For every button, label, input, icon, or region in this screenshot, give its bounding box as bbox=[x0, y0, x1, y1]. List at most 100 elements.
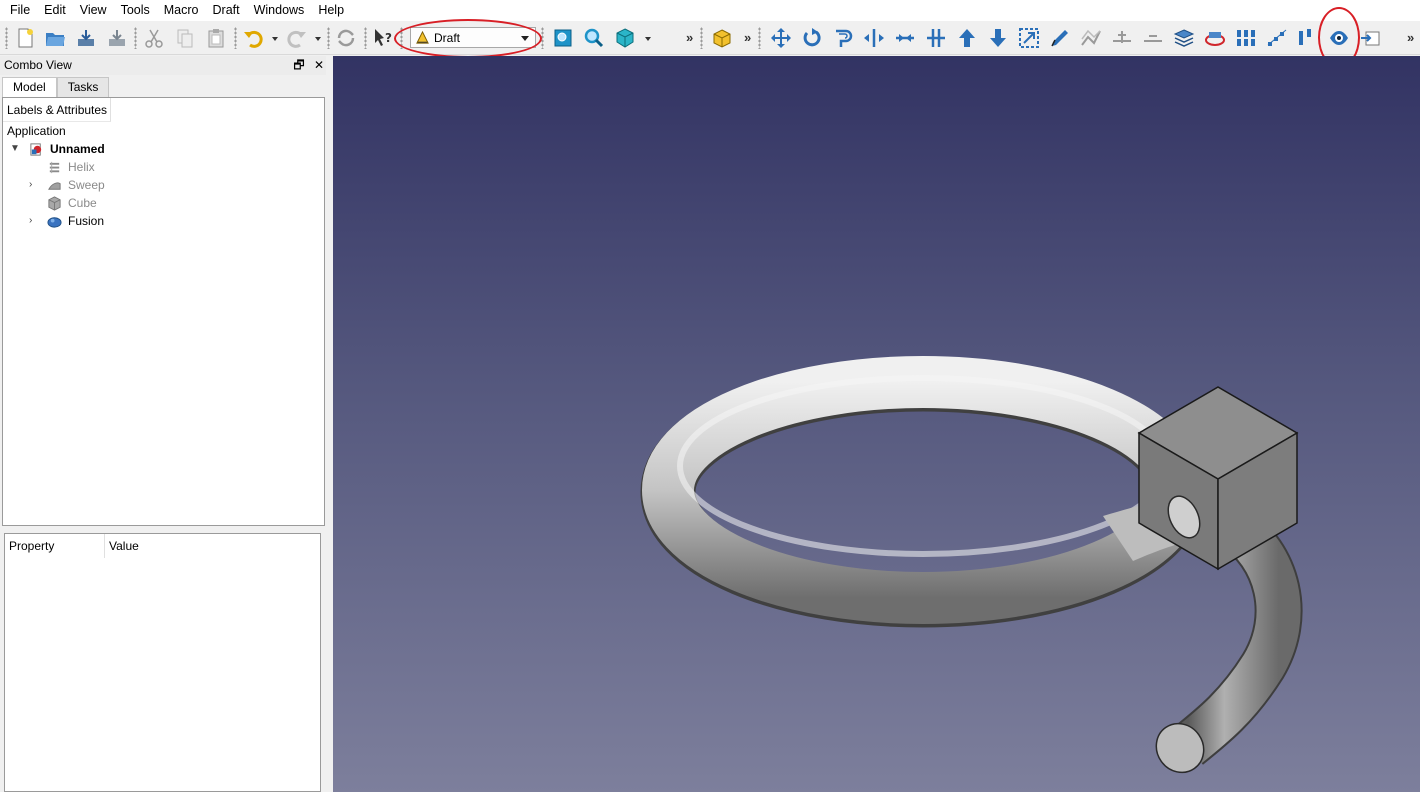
draft-split-button[interactable] bbox=[923, 25, 949, 51]
cut-button[interactable] bbox=[141, 25, 167, 51]
copy-button[interactable] bbox=[172, 25, 198, 51]
move-arrows-icon bbox=[771, 28, 791, 48]
edit-pencil-icon bbox=[1051, 30, 1068, 47]
tree-column-header[interactable]: Labels & Attributes bbox=[3, 98, 111, 122]
clipboard-icon bbox=[208, 29, 224, 48]
offset-icon bbox=[836, 29, 853, 47]
restore-icon[interactable]: 🗗 bbox=[293, 58, 304, 72]
save-as-button[interactable] bbox=[104, 25, 130, 51]
undo-button[interactable] bbox=[240, 25, 266, 51]
path-array-icon bbox=[1267, 29, 1287, 46]
tree-item-sweep[interactable]: Sweep bbox=[47, 176, 105, 194]
menu-view[interactable]: View bbox=[73, 0, 114, 21]
whats-this-icon: ? bbox=[375, 29, 392, 46]
combo-view-title: Combo View bbox=[4, 58, 72, 72]
draft-path-array-button[interactable] bbox=[1264, 25, 1290, 51]
draft-trimex-button[interactable] bbox=[861, 25, 887, 51]
panel-splitter[interactable] bbox=[326, 56, 333, 792]
draft-point-array-button[interactable] bbox=[1295, 25, 1321, 51]
draft-rotate-button[interactable] bbox=[799, 25, 825, 51]
tab-tasks[interactable]: Tasks bbox=[56, 77, 110, 97]
toolbar-overflow-button[interactable]: » bbox=[686, 30, 693, 45]
tree-item-label: Helix bbox=[68, 160, 95, 174]
clone-eye-icon bbox=[1330, 31, 1348, 45]
menu-windows[interactable]: Windows bbox=[247, 0, 312, 21]
chevron-down-icon[interactable]: ▼ bbox=[10, 143, 20, 154]
fit-all-button[interactable] bbox=[550, 25, 576, 51]
tree-item-document[interactable]: Unnamed bbox=[29, 140, 105, 158]
draft-join-button[interactable] bbox=[892, 25, 918, 51]
whats-this-button[interactable]: ? bbox=[370, 25, 396, 51]
arrow-up-icon bbox=[959, 29, 975, 47]
split-icon bbox=[927, 29, 945, 47]
refresh-button[interactable] bbox=[333, 25, 359, 51]
tree-item-cube[interactable]: Cube bbox=[47, 194, 97, 212]
tab-model[interactable]: Model bbox=[2, 77, 57, 97]
toolbar-grip[interactable] bbox=[327, 27, 330, 49]
draft-downgrade-button[interactable] bbox=[985, 25, 1011, 51]
draft-clone-button[interactable] bbox=[1326, 25, 1352, 51]
toolbar-grip[interactable] bbox=[400, 27, 403, 49]
toolbar-overflow-button-3[interactable]: » bbox=[1407, 30, 1414, 45]
fit-selection-button[interactable] bbox=[581, 25, 607, 51]
toolbar-grip[interactable] bbox=[364, 27, 367, 49]
chevron-down-icon[interactable] bbox=[521, 36, 529, 41]
new-document-button[interactable] bbox=[12, 25, 38, 51]
draft-wire-to-bspline-button[interactable] bbox=[1078, 25, 1104, 51]
draft-drawing-button[interactable] bbox=[1357, 25, 1383, 51]
tree-item-helix[interactable]: Helix bbox=[47, 158, 95, 176]
toolbar-grip[interactable] bbox=[5, 27, 8, 49]
toolbar-overflow-button-2[interactable]: » bbox=[744, 30, 751, 45]
open-button[interactable] bbox=[42, 25, 68, 51]
view-axonometric-button[interactable] bbox=[612, 25, 638, 51]
workbench-selector[interactable]: Draft bbox=[410, 27, 536, 48]
menu-help[interactable]: Help bbox=[311, 0, 351, 21]
draft-scale-button[interactable] bbox=[1016, 25, 1042, 51]
undo-dropdown-arrow[interactable] bbox=[272, 37, 278, 41]
draft-array-button[interactable] bbox=[1233, 25, 1259, 51]
redo-icon bbox=[287, 30, 306, 48]
scale-icon bbox=[1019, 28, 1039, 48]
toolbar-grip[interactable] bbox=[758, 27, 761, 49]
draft-add-point-button[interactable] bbox=[1109, 25, 1135, 51]
toolbar-grip[interactable] bbox=[541, 27, 544, 49]
toolbar-grip[interactable] bbox=[134, 27, 137, 49]
property-column-header[interactable]: Property bbox=[5, 534, 105, 558]
close-icon[interactable]: ✕ bbox=[314, 58, 324, 72]
join-icon bbox=[896, 34, 914, 42]
sweep-ring-shape[interactable] bbox=[640, 356, 1206, 628]
isometric-cube-icon bbox=[616, 28, 634, 48]
draft-shape2dview-button[interactable] bbox=[1171, 25, 1197, 51]
menu-tools[interactable]: Tools bbox=[114, 0, 157, 21]
3d-viewport[interactable] bbox=[333, 56, 1420, 792]
draft-edit-button[interactable] bbox=[1047, 25, 1073, 51]
part-box-button[interactable] bbox=[709, 25, 735, 51]
document-label: Unnamed bbox=[50, 142, 105, 156]
paste-button[interactable] bbox=[203, 25, 229, 51]
draft-move-button[interactable] bbox=[768, 25, 794, 51]
toolbar-grip[interactable] bbox=[234, 27, 237, 49]
refresh-icon bbox=[337, 29, 355, 47]
tree-item-fusion[interactable]: Fusion bbox=[47, 212, 104, 230]
menu-draft[interactable]: Draft bbox=[206, 0, 247, 21]
property-panel[interactable]: Property Value bbox=[4, 533, 321, 792]
array-icon bbox=[1237, 30, 1255, 46]
redo-dropdown-arrow[interactable] bbox=[315, 37, 321, 41]
menu-macro[interactable]: Macro bbox=[157, 0, 206, 21]
draft-del-point-button[interactable] bbox=[1140, 25, 1166, 51]
view-dropdown-arrow[interactable] bbox=[645, 37, 651, 41]
main-toolbar: ? » » » bbox=[0, 21, 1420, 55]
menu-file[interactable]: File bbox=[3, 0, 37, 21]
save-button[interactable] bbox=[73, 25, 99, 51]
chevron-right-icon[interactable]: › bbox=[29, 179, 32, 190]
draft-offset-button[interactable] bbox=[830, 25, 856, 51]
value-column-header[interactable]: Value bbox=[105, 534, 139, 558]
chevron-right-icon[interactable]: › bbox=[29, 215, 32, 226]
draft-draft2sketch-button[interactable] bbox=[1202, 25, 1228, 51]
draft-upgrade-button[interactable] bbox=[954, 25, 980, 51]
folder-open-icon bbox=[46, 33, 65, 46]
model-tree[interactable]: Labels & Attributes Application ▼ Unname… bbox=[2, 97, 325, 526]
menu-edit[interactable]: Edit bbox=[37, 0, 73, 21]
toolbar-grip[interactable] bbox=[700, 27, 703, 49]
redo-button[interactable] bbox=[284, 25, 310, 51]
